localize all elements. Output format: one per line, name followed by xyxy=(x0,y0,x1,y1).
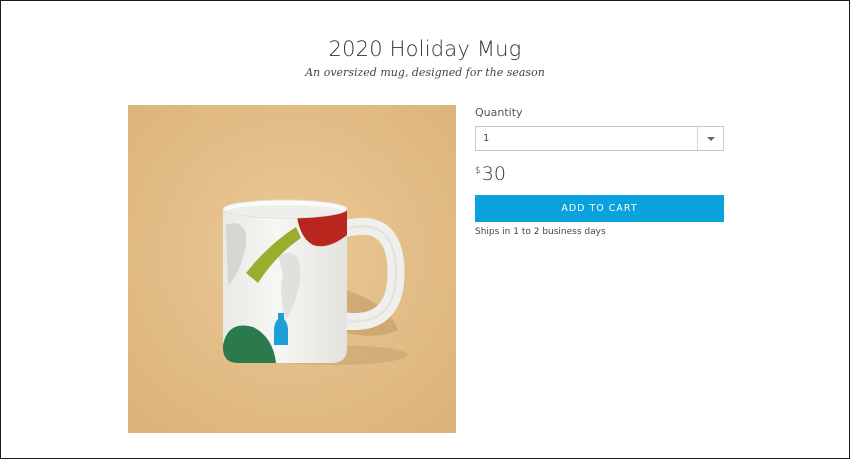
mug-body xyxy=(223,208,347,363)
product-image xyxy=(128,105,456,433)
product-subtitle: An oversized mug, designed for the seaso… xyxy=(305,66,545,79)
price-amount: 30 xyxy=(481,163,506,185)
product-page: 2020 Holiday Mug An oversized mug, desig… xyxy=(0,0,850,459)
currency-symbol: $ xyxy=(475,166,481,176)
chevron-down-icon[interactable] xyxy=(707,137,715,141)
quantity-select[interactable]: 1 xyxy=(475,126,724,151)
select-divider xyxy=(697,127,698,150)
shipping-note: Ships in 1 to 2 business days xyxy=(475,227,606,237)
product-price: $ 30 xyxy=(475,163,506,185)
product-title: 2020 Holiday Mug xyxy=(328,37,522,61)
quantity-label: Quantity xyxy=(475,106,523,119)
add-to-cart-button[interactable]: ADD TO CART xyxy=(475,195,724,222)
mug-illustration xyxy=(128,105,456,433)
quantity-value: 1 xyxy=(483,133,490,144)
